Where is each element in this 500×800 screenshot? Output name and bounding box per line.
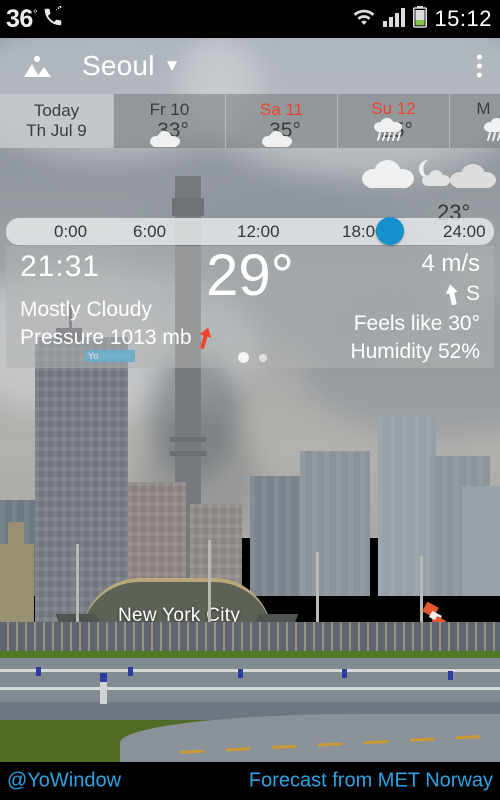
- taxiway-line: [0, 669, 500, 672]
- building: [300, 451, 370, 596]
- tab-fri-10[interactable]: Fr 10 33°: [113, 94, 225, 148]
- status-right-group: 15:12: [353, 0, 492, 38]
- rain-drops-icon: [486, 132, 500, 143]
- tab-mon-13-title: M: [476, 99, 491, 118]
- chevron-down-icon: ▼: [163, 56, 181, 75]
- taxiway: [0, 658, 500, 704]
- tab-today[interactable]: Today Th Jul 9: [0, 94, 113, 148]
- slider-label-0: 0:00: [54, 222, 88, 241]
- tab-fri-10-forecast: 33°: [150, 120, 189, 147]
- taxi-light: [36, 667, 41, 676]
- status-clock: 15:12: [434, 6, 492, 31]
- status-temperature: 36°: [6, 4, 38, 33]
- time-slider-handle[interactable]: [376, 217, 404, 245]
- overflow-menu-icon[interactable]: [476, 54, 482, 78]
- tab-sat-11[interactable]: Sa 11 35°: [225, 94, 337, 148]
- signal-bars-icon: [382, 7, 406, 32]
- current-conditions-panel[interactable]: 21:31 29° Mostly Cloudy Pressure 1013 mb…: [6, 243, 494, 368]
- slider-label-6: 6:00: [133, 222, 167, 241]
- humidity: Humidity 52%: [350, 340, 480, 363]
- landscape-photo-icon[interactable]: [22, 53, 56, 79]
- tab-today-title: Today: [33, 101, 80, 120]
- taxi-light: [100, 673, 107, 682]
- taxi-light: [128, 667, 133, 676]
- wind-speed: 4 m/s: [421, 250, 480, 277]
- city-selector[interactable]: Seoul ▼: [56, 50, 180, 82]
- current-condition: Mostly Cloudy: [20, 298, 152, 321]
- wind-direction-row: S: [445, 282, 480, 306]
- wind-direction-label: S: [465, 282, 480, 305]
- tab-sun-12-title: Su 12: [371, 99, 416, 118]
- pressure-rising-arrow-icon: [198, 327, 212, 350]
- page-dot-active[interactable]: [238, 352, 249, 363]
- taxi-light: [342, 669, 347, 678]
- wind-direction-arrow-icon: [445, 283, 459, 305]
- tab-sun-12-forecast: 25°: [374, 118, 413, 143]
- main-skyscraper: [35, 337, 128, 622]
- slider-label-12: 12:00: [237, 222, 280, 241]
- roof-box: [8, 522, 24, 544]
- forecast-source-link[interactable]: Forecast from MET Norway: [249, 770, 493, 793]
- hourly-cloud-icon: [362, 160, 414, 188]
- taxi-light: [448, 671, 453, 680]
- tab-sat-11-title: Sa 11: [259, 100, 304, 119]
- pressure-value: Pressure 1013 mb: [20, 326, 192, 349]
- pressure-row: Pressure 1013 mb: [20, 326, 212, 350]
- tab-today-date: Th Jul 9: [26, 121, 87, 140]
- time-slider[interactable]: 0:00 6:00 12:00 18:00 24:00: [6, 217, 494, 245]
- city-name-label: Seoul: [82, 50, 155, 81]
- battery-icon: [413, 5, 428, 33]
- taxiway-line: [0, 687, 500, 690]
- hourly-forecast-strip[interactable]: 23°: [0, 148, 500, 225]
- page-indicator-dots[interactable]: [238, 352, 267, 363]
- building: [0, 544, 34, 622]
- tower-band: [170, 451, 206, 456]
- building: [378, 416, 436, 596]
- status-left-group: 36°: [6, 0, 64, 38]
- app-top-bar: Seoul ▼: [0, 38, 500, 94]
- tab-mon-13[interactable]: M: [449, 94, 500, 148]
- android-status-bar: 36° 15:12: [0, 0, 500, 38]
- building: [462, 486, 500, 596]
- slider-label-24: 24:00: [443, 222, 486, 241]
- rain-drops-icon: [376, 132, 404, 143]
- tower-band: [170, 437, 206, 442]
- phone-call-icon: [42, 5, 64, 33]
- wifi-icon: [353, 7, 375, 32]
- hourly-cloud-icon-2: [450, 164, 496, 188]
- taxi-light: [238, 669, 243, 678]
- yowindow-handle-link[interactable]: @YoWindow: [7, 770, 121, 793]
- page-dot[interactable]: [259, 353, 267, 362]
- feels-like: Feels like 30°: [353, 312, 480, 335]
- bottom-credit-bar: @YoWindow Forecast from MET Norway: [0, 762, 500, 800]
- tab-fri-10-title: Fr 10: [149, 100, 190, 119]
- day-forecast-tabs[interactable]: Today Th Jul 9 Fr 10 33° Sa 11 35° Su 12…: [0, 94, 500, 148]
- tab-sat-11-forecast: 35°: [262, 120, 301, 147]
- weather-app-screen: YoWindow New York City: [0, 0, 500, 800]
- terminal-fence: [0, 622, 500, 652]
- tab-sun-12[interactable]: Su 12 25°: [337, 94, 449, 148]
